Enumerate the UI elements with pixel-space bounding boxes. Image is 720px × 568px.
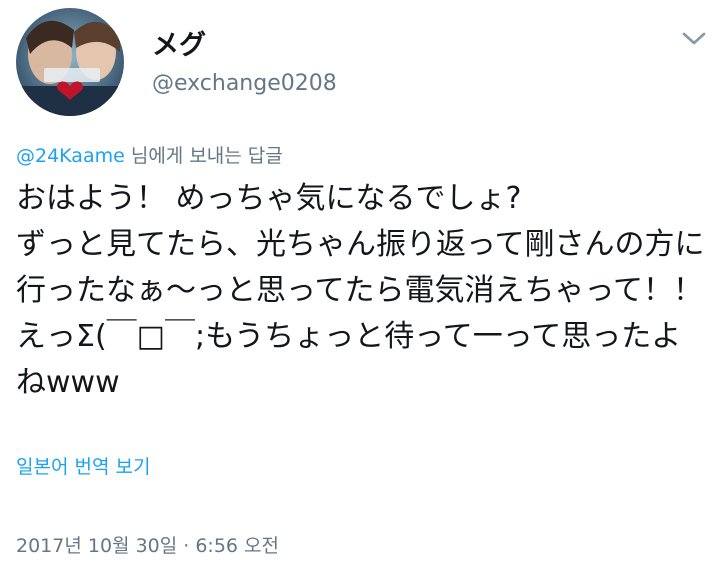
avatar[interactable] [16,8,124,116]
reply-mention-link[interactable]: @24Kaame [16,145,125,167]
reply-suffix: 님에게 보내는 답글 [124,145,283,167]
translate-link[interactable]: 일본어 번역 보기 [16,453,150,481]
timestamp[interactable]: 2017년 10월 30일 · 6:56 오전 [16,532,279,560]
tweet-text: おはよう！ めっちゃ気になるでしょ? ずっと見てたら、光ちゃん振り返って剛さんの… [16,181,705,400]
chevron-down-icon[interactable] [680,26,708,50]
display-name[interactable]: メグ [152,30,206,62]
avatar-image [16,8,124,116]
reply-context: @24Kaame 님에게 보내는 답글 [16,142,283,170]
handle[interactable]: @exchange0208 [152,70,337,98]
